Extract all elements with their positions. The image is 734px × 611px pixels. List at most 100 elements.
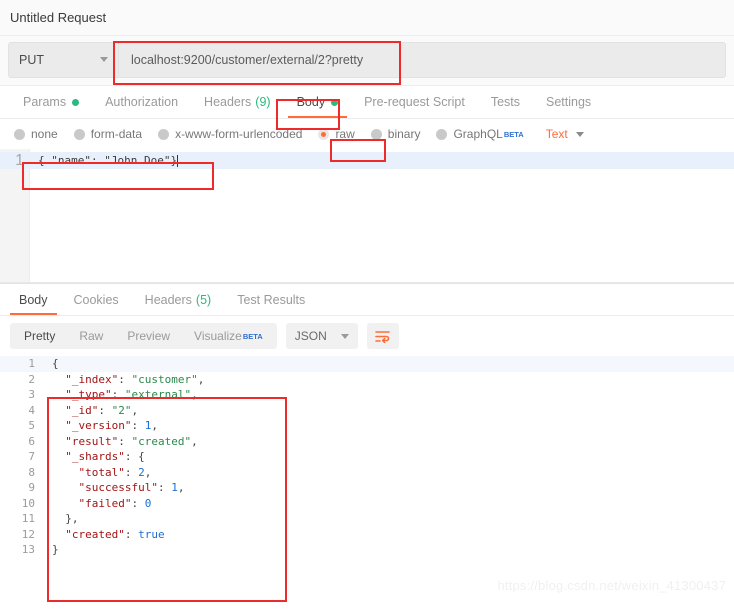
code-text: "result": "created", [44, 434, 197, 448]
word-wrap-button[interactable] [366, 323, 399, 349]
request-tab-authorization[interactable]: Authorization [92, 86, 191, 118]
token: : [131, 496, 145, 510]
body-type-label: GraphQL [453, 127, 503, 141]
http-method-dropdown[interactable]: PUT [8, 41, 118, 78]
request-body-editor[interactable]: 1 { "name": "John Doe"} [0, 149, 734, 283]
response-tab-test-results[interactable]: Test Results [224, 284, 318, 315]
body-type-label: raw [335, 127, 355, 141]
token: : [157, 481, 172, 495]
body-type-label: binary [387, 127, 421, 141]
view-mode-preview[interactable]: Preview [115, 325, 182, 347]
code-line: 12 "created": true [0, 527, 734, 543]
code-line: 5 "_version": 1, [0, 418, 734, 434]
line-number: 2 [28, 372, 35, 386]
line-number: 1 [15, 151, 24, 169]
chevron-down-icon [575, 131, 584, 137]
body-type-binary[interactable]: binary [370, 127, 421, 141]
tab-label: Body [19, 292, 48, 307]
tab-count: (9) [255, 95, 271, 109]
radio-icon [73, 128, 85, 140]
token: "_id" [52, 403, 99, 417]
body-type-form-data[interactable]: form-data [73, 127, 142, 141]
code-text: "_type": "external", [44, 388, 197, 401]
word-wrap-icon [375, 330, 391, 343]
token: "successful" [52, 481, 158, 495]
tab-count: (5) [195, 292, 212, 307]
code-line: 2 "_index": "customer", [0, 372, 734, 388]
page-title: Untitled Request [10, 10, 107, 25]
tab-label: Test Results [237, 292, 306, 307]
code-text: "created": true [44, 527, 164, 541]
body-type-graphql[interactable]: GraphQL BETA [436, 127, 524, 141]
request-tab-settings[interactable]: Settings [533, 86, 604, 118]
request-tab-body[interactable]: Body [284, 86, 352, 118]
token: 2 [138, 465, 145, 479]
token: }, [52, 512, 79, 526]
request-tab-pre-request-script[interactable]: Pre-request Script [351, 86, 478, 118]
code-text: { [44, 357, 59, 370]
code-text: "_shards": { [44, 450, 145, 463]
code-line: 8 "total": 2, [0, 465, 734, 481]
body-format-label: Text [545, 127, 568, 141]
tab-label: Tests [490, 95, 520, 109]
view-mode-label: Raw [79, 329, 104, 343]
tab-label: Cookies [73, 292, 119, 307]
response-language-dropdown[interactable]: JSON [285, 323, 358, 349]
line-number: 4 [28, 403, 35, 417]
response-tab-cookies[interactable]: Cookies [61, 284, 132, 315]
tab-label: Body [296, 95, 326, 109]
token: : [131, 419, 145, 433]
token: : [118, 372, 132, 386]
body-type-label: x-www-form-urlencoded [175, 127, 303, 141]
token: "2" [111, 403, 132, 417]
line-number: 3 [28, 388, 35, 402]
code-line: 9 "successful": 1, [0, 480, 734, 496]
body-type-none[interactable]: none [14, 127, 58, 141]
modified-dot-icon [331, 98, 339, 106]
token: : { [124, 450, 145, 464]
tab-label: Headers [204, 95, 252, 109]
request-tab-bar: Params Authorization Headers (9) Body Pre-req… [0, 86, 734, 119]
response-view-modes: Pretty Raw Preview Visualize BETA [10, 323, 277, 349]
body-type-raw[interactable]: raw [318, 127, 355, 141]
view-mode-raw[interactable]: Raw [67, 325, 115, 347]
response-body-viewer[interactable]: 1 {2 "_index": "customer", 3 "_type": "ext… [0, 356, 734, 568]
view-mode-visualize[interactable]: Visualize BETA [182, 325, 275, 347]
http-method-label: PUT [19, 52, 44, 67]
view-mode-label: Pretty [24, 329, 56, 343]
line-number: 12 [21, 527, 35, 541]
code-text: "failed": 0 [44, 497, 151, 510]
body-format-selector[interactable]: Text [546, 127, 584, 141]
token: 1 [171, 481, 178, 495]
view-mode-label: Visualize [194, 329, 242, 343]
code-line: 7 "_shards": { [0, 449, 734, 465]
response-tab-headers[interactable]: Headers (5) [132, 284, 225, 315]
code-line: 4 "_id": "2", [0, 403, 734, 419]
code-line: 11 }, [0, 511, 734, 527]
response-language-label: JSON [294, 329, 327, 343]
response-tab-body[interactable]: Body [6, 284, 61, 315]
token: : [124, 527, 139, 541]
line-number: 9 [28, 481, 35, 495]
line-number: 6 [28, 434, 35, 448]
postman-window: Untitled Request PUT localhost:9200/cust… [0, 0, 734, 611]
body-type-x-www-form-urlencoded[interactable]: x-www-form-urlencoded [158, 127, 302, 141]
line-number: 8 [28, 465, 35, 479]
view-mode-pretty[interactable]: Pretty [12, 325, 67, 347]
url-input[interactable]: localhost:9200/customer/external/2?prett… [118, 41, 726, 78]
token: "_index" [52, 372, 119, 386]
token: , [131, 403, 139, 417]
request-tab-tests[interactable]: Tests [478, 86, 533, 118]
tab-label: Headers [144, 292, 192, 307]
code-text: "_id": "2", [44, 404, 138, 417]
line-number: 7 [28, 450, 35, 464]
token: { [52, 357, 59, 371]
code-text: "_version": 1, [44, 419, 158, 432]
request-tab-params[interactable]: Params [10, 86, 92, 118]
url-bar: PUT localhost:9200/customer/external/2?p… [0, 36, 734, 86]
tab-label: Params [23, 95, 67, 109]
token: "created" [131, 434, 192, 448]
radio-icon [14, 128, 25, 140]
tab-label: Settings [546, 95, 592, 109]
request-tab-headers[interactable]: Headers (9) [191, 86, 284, 118]
